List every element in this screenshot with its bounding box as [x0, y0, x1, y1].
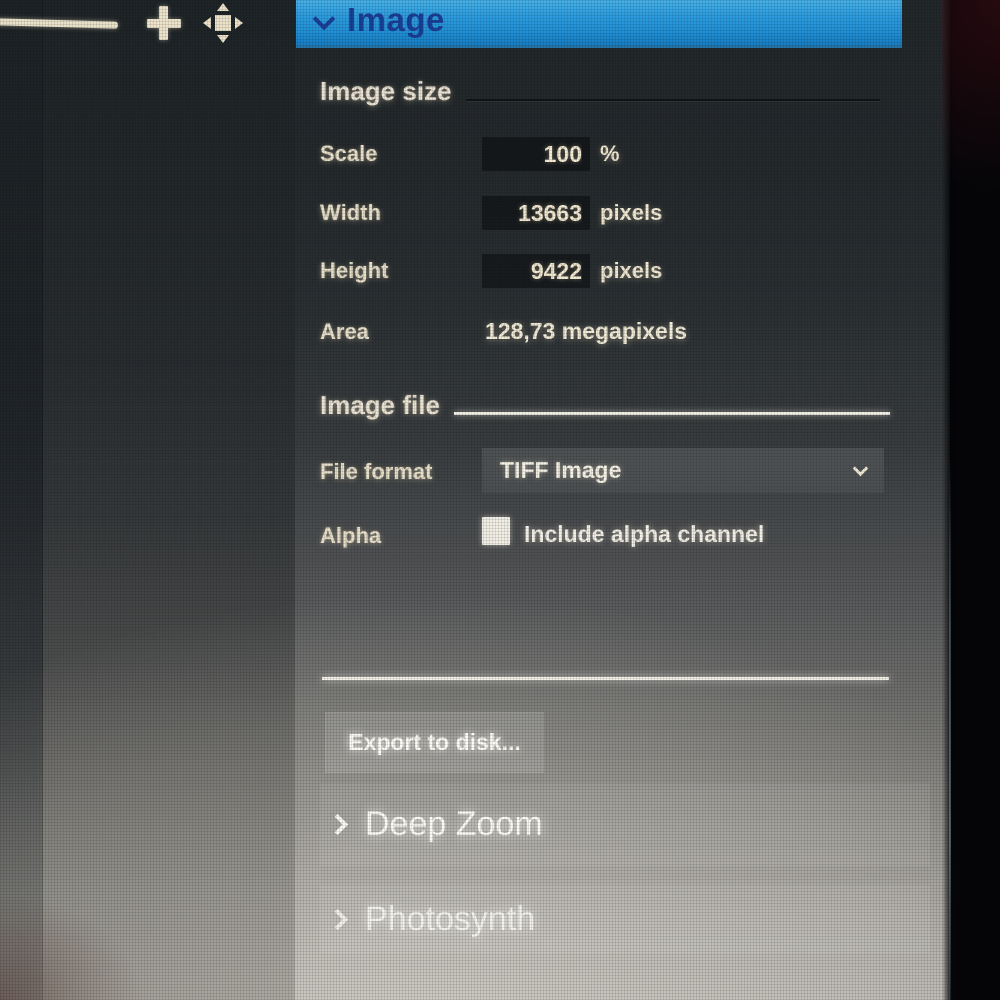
pan-icon [202, 2, 244, 44]
image-size-section-title: Image size [320, 76, 880, 107]
dropdown-chevron-icon [853, 461, 869, 477]
image-size-title-text: Image size [320, 76, 452, 107]
screen: Image Image size Scale % Width pixels He… [0, 0, 1000, 1000]
section-header-photosynth[interactable]: Photosynth [320, 885, 930, 953]
height-label: Height [320, 258, 388, 284]
panel-divider [322, 677, 889, 680]
section-header-image[interactable]: Image [296, 0, 902, 48]
export-to-disk-button[interactable]: Export to disk... [325, 712, 544, 773]
width-input[interactable] [482, 196, 590, 230]
chevron-down-icon [313, 7, 336, 30]
scale-input[interactable] [482, 137, 590, 171]
image-file-section-title: Image file [320, 390, 890, 421]
file-format-label: File format [320, 459, 432, 485]
scale-unit: % [600, 141, 620, 167]
section-header-deep-zoom[interactable]: Deep Zoom [320, 783, 930, 866]
height-unit: pixels [600, 258, 662, 284]
export-panel: Image Image size Scale % Width pixels He… [295, 0, 950, 1000]
title-rule [466, 99, 880, 101]
height-input[interactable] [482, 254, 590, 288]
alpha-label: Alpha [320, 523, 381, 549]
chevron-right-icon [327, 908, 348, 929]
zoom-slider-track[interactable] [0, 18, 118, 28]
width-unit: pixels [600, 200, 662, 226]
pan-tool-button[interactable] [202, 2, 244, 44]
image-file-title-text: Image file [320, 390, 440, 421]
file-format-dropdown[interactable]: TIFF Image [482, 448, 884, 493]
chevron-right-icon [327, 814, 348, 835]
alpha-checkbox[interactable] [482, 517, 510, 545]
plus-icon [159, 6, 168, 40]
area-value: 128,73 megapixels [485, 318, 687, 345]
file-format-value: TIFF Image [500, 457, 621, 484]
alpha-checkbox-label: Include alpha channel [524, 521, 764, 548]
corner-shadow [0, 870, 170, 1000]
deep-zoom-title: Deep Zoom [365, 805, 543, 844]
image-section-title: Image [347, 1, 445, 39]
zoom-in-button[interactable] [146, 5, 182, 41]
photosynth-title: Photosynth [365, 900, 535, 939]
area-label: Area [320, 319, 369, 345]
width-label: Width [320, 200, 381, 226]
screen-bezel [942, 0, 1000, 1000]
canvas-edge-shade [0, 0, 43, 1000]
title-rule [454, 412, 890, 415]
scale-label: Scale [320, 141, 378, 167]
canvas-preview[interactable] [0, 0, 295, 1000]
